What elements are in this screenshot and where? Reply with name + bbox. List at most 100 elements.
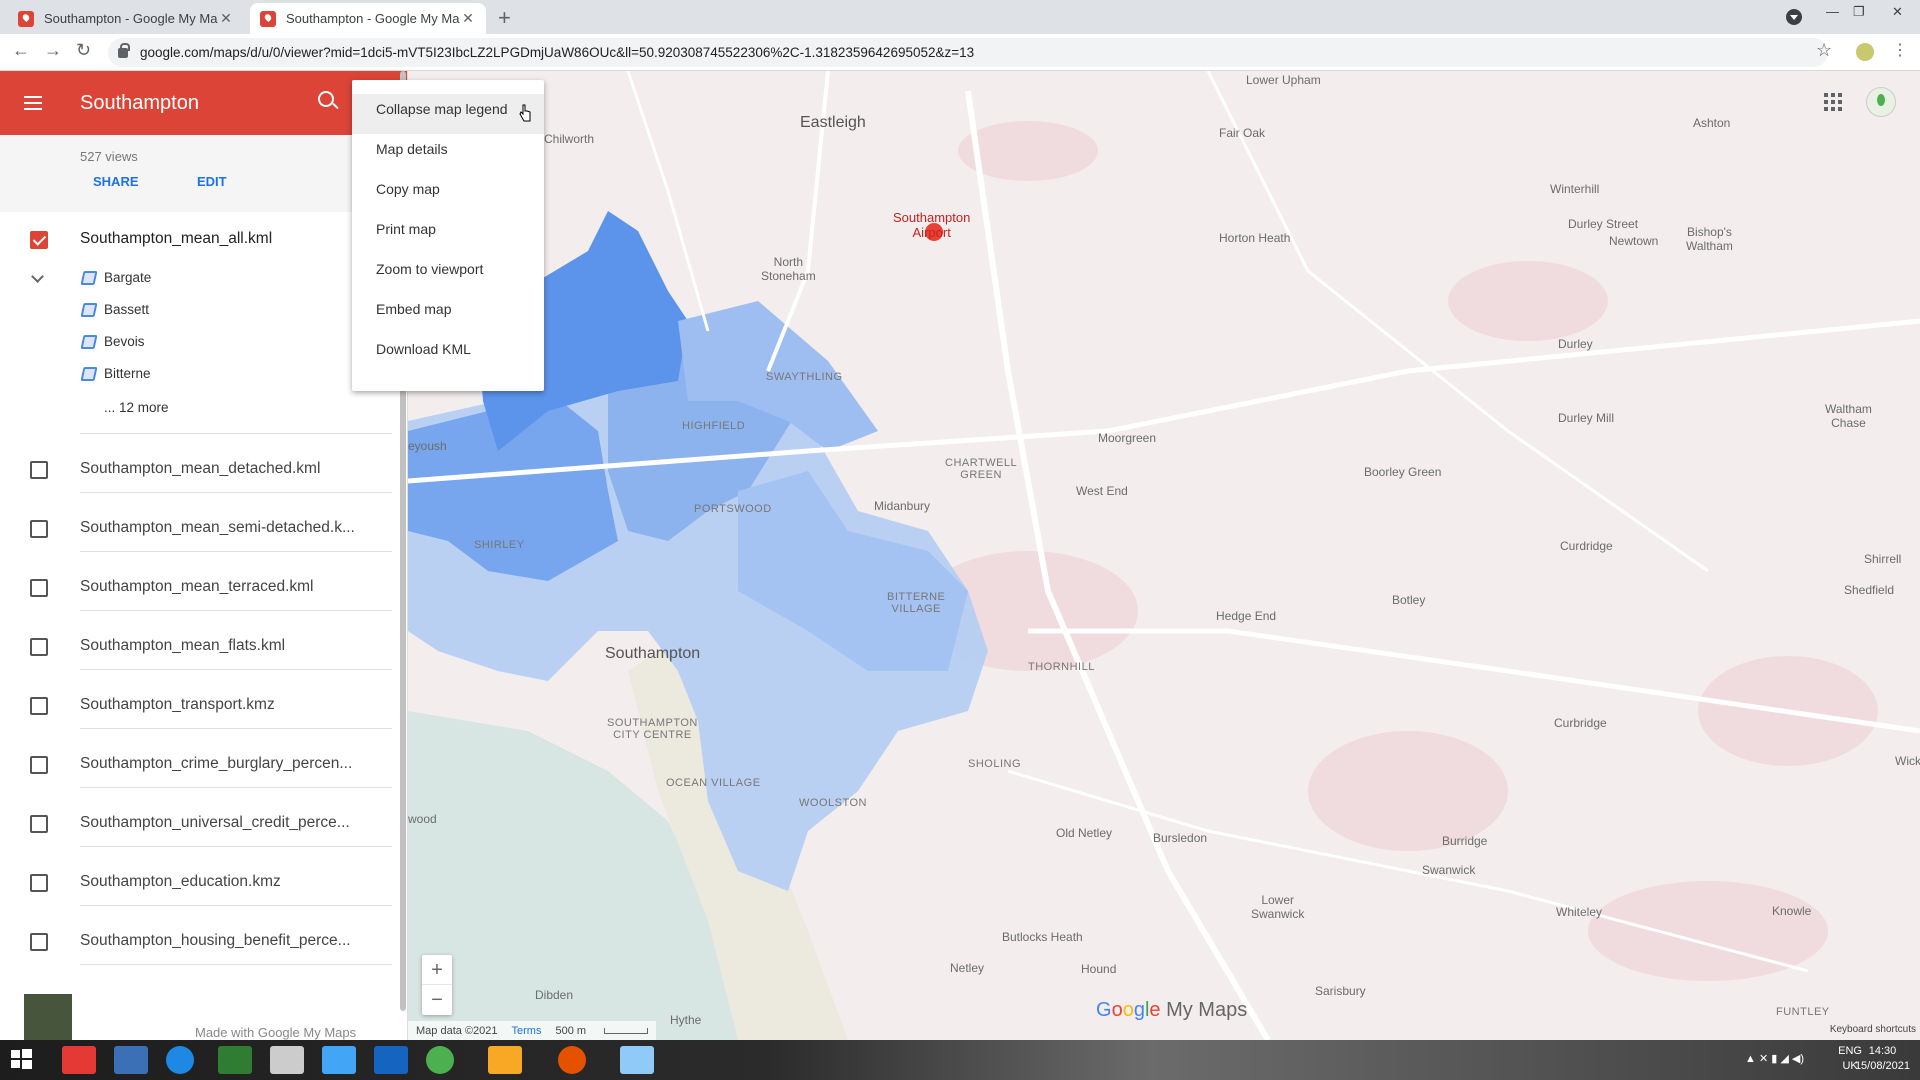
place-label: Newtown bbox=[1609, 234, 1659, 248]
layer-checkbox[interactable] bbox=[30, 461, 48, 479]
scale-label[interactable]: 500 m bbox=[555, 1025, 586, 1037]
feature-item[interactable]: Bitterne bbox=[80, 366, 151, 381]
clock[interactable]: 14:30 15/08/2021 bbox=[1855, 1044, 1910, 1074]
layer-name[interactable]: Southampton_mean_flats.kml bbox=[80, 637, 285, 655]
bookmark-star-icon[interactable]: ☆ bbox=[1816, 40, 1832, 61]
tab-title: Southampton - Google My Maps bbox=[286, 11, 460, 26]
layer-name[interactable]: Southampton_mean_semi-detached.k... bbox=[80, 519, 355, 537]
place-label: Knowle bbox=[1772, 904, 1812, 918]
layer-checkbox[interactable] bbox=[30, 815, 48, 833]
layer-name[interactable]: Southampton_housing_benefit_perce... bbox=[80, 932, 351, 950]
mail-icon[interactable] bbox=[322, 1046, 356, 1074]
menu-item-embed-map[interactable]: Embed map bbox=[352, 294, 544, 334]
more-features-link[interactable]: ... 12 more bbox=[104, 400, 169, 415]
firefox-icon[interactable] bbox=[558, 1046, 586, 1074]
place-label: Sarisbury bbox=[1315, 984, 1366, 998]
extension-icon[interactable] bbox=[1856, 43, 1874, 61]
tab-close-icon[interactable]: ✕ bbox=[218, 10, 234, 27]
layer-checkbox[interactable] bbox=[30, 638, 48, 656]
map-canvas[interactable]: Lower Upham Eastleigh Fair Oak Ashton Ch… bbox=[408, 71, 1920, 1040]
menu-item-print-map[interactable]: Print map bbox=[352, 214, 544, 254]
area-label: SHOLING bbox=[968, 758, 1022, 770]
hamburger-menu-icon[interactable] bbox=[24, 92, 42, 114]
pc-app-icon[interactable] bbox=[114, 1046, 148, 1074]
address-bar[interactable]: google.com/maps/d/u/0/viewer?mid=1dci5-m… bbox=[108, 38, 1828, 67]
layer-name[interactable]: Southampton_crime_burglary_percen... bbox=[80, 755, 352, 773]
hand-cursor-icon bbox=[519, 104, 531, 122]
layer-checkbox[interactable] bbox=[30, 697, 48, 715]
layer-name[interactable]: Southampton_transport.kmz bbox=[80, 696, 275, 714]
zoom-in-button[interactable]: + bbox=[422, 955, 452, 985]
keyboard-shortcuts-link[interactable]: Keyboard shortcuts bbox=[1830, 1024, 1916, 1035]
road bbox=[1206, 71, 1709, 573]
feature-item[interactable]: Bevois bbox=[80, 334, 145, 349]
app-icon[interactable] bbox=[620, 1046, 654, 1074]
lock-icon bbox=[118, 42, 130, 58]
edit-button[interactable]: EDIT bbox=[197, 174, 227, 189]
terms-link[interactable]: Terms bbox=[512, 1025, 542, 1037]
restore-button[interactable]: ❐ bbox=[1853, 4, 1865, 20]
chrome-icon[interactable] bbox=[426, 1046, 454, 1074]
zoom-out-button[interactable]: − bbox=[422, 985, 452, 1015]
account-avatar[interactable] bbox=[1866, 87, 1896, 117]
browser-menu-icon[interactable]: ⋮ bbox=[1892, 40, 1908, 60]
browser-tab-active[interactable]: Southampton - Google My Maps ✕ bbox=[250, 3, 486, 34]
browser-tab[interactable]: Southampton - Google My Maps ✕ bbox=[8, 3, 244, 34]
menu-item-map-details[interactable]: Map details bbox=[352, 134, 544, 174]
google-apps-icon[interactable] bbox=[1824, 93, 1842, 111]
forward-button[interactable]: → bbox=[44, 40, 62, 61]
basemap-thumbnail[interactable] bbox=[24, 994, 72, 1040]
place-label: Botley bbox=[1392, 593, 1426, 607]
divider bbox=[80, 964, 392, 965]
back-button[interactable]: ← bbox=[12, 40, 30, 61]
place-label: Fair Oak bbox=[1219, 126, 1266, 140]
area-label: OCEAN VILLAGE bbox=[666, 777, 761, 789]
city-label: Southampton bbox=[605, 645, 701, 662]
search-icon[interactable] bbox=[318, 91, 334, 107]
close-window-button[interactable]: ✕ bbox=[1892, 4, 1903, 20]
feature-label: Bitterne bbox=[104, 366, 151, 381]
layer-checkbox[interactable] bbox=[30, 756, 48, 774]
menu-item-zoom-viewport[interactable]: Zoom to viewport bbox=[352, 254, 544, 294]
layer-checkbox[interactable] bbox=[30, 231, 48, 249]
menu-item-download-kml[interactable]: Download KML bbox=[352, 334, 544, 374]
feature-item[interactable]: Bargate bbox=[80, 270, 151, 285]
layer-name[interactable]: Southampton_education.kmz bbox=[80, 873, 281, 891]
feature-item[interactable]: Bassett bbox=[80, 302, 149, 317]
polygon-icon bbox=[80, 270, 98, 285]
place-label: Midanbury bbox=[874, 499, 931, 513]
store-icon[interactable] bbox=[218, 1046, 252, 1074]
chevron-down-icon[interactable] bbox=[31, 270, 44, 283]
windows-start-icon[interactable] bbox=[8, 1046, 42, 1074]
file-explorer-icon[interactable] bbox=[488, 1046, 522, 1074]
place-label: FUNTLEY bbox=[1776, 1006, 1830, 1018]
reload-button[interactable]: ↻ bbox=[76, 40, 91, 61]
layer-checkbox[interactable] bbox=[30, 933, 48, 951]
home-icon[interactable] bbox=[270, 1046, 304, 1074]
divider bbox=[80, 728, 392, 729]
layer-checkbox[interactable] bbox=[30, 874, 48, 892]
place-label: West End bbox=[1076, 484, 1128, 498]
layer-checkbox[interactable] bbox=[30, 579, 48, 597]
place-label: Burridge bbox=[1442, 834, 1488, 848]
place-label: eyoush bbox=[408, 439, 447, 453]
menu-item-collapse-legend[interactable]: Collapse map legend bbox=[352, 94, 544, 134]
system-tray-icons[interactable]: ▲ ✕ ▮ ◢ ◀) bbox=[1745, 1052, 1804, 1065]
tab-search-icon[interactable] bbox=[1786, 9, 1802, 25]
share-button[interactable]: SHARE bbox=[93, 174, 139, 189]
lenovo-app-icon[interactable] bbox=[62, 1046, 96, 1074]
menu-item-copy-map[interactable]: Copy map bbox=[352, 174, 544, 214]
layer-name[interactable]: Southampton_mean_detached.kml bbox=[80, 460, 320, 478]
layer-name[interactable]: Southampton_mean_all.kml bbox=[80, 230, 272, 248]
internet-explorer-icon[interactable] bbox=[166, 1046, 194, 1074]
layer-checkbox[interactable] bbox=[30, 520, 48, 538]
layer-name[interactable]: Southampton_universal_credit_perce... bbox=[80, 814, 350, 832]
place-label: Durley Street bbox=[1568, 217, 1639, 231]
minimize-button[interactable]: — bbox=[1826, 4, 1839, 19]
new-tab-button[interactable]: + bbox=[498, 5, 511, 31]
layer-name[interactable]: Southampton_mean_terraced.kml bbox=[80, 578, 314, 596]
scale-bar bbox=[604, 1027, 649, 1034]
tab-close-icon[interactable]: ✕ bbox=[460, 10, 476, 27]
remote-desktop-icon[interactable] bbox=[374, 1046, 408, 1074]
place-label: wood bbox=[408, 812, 437, 826]
